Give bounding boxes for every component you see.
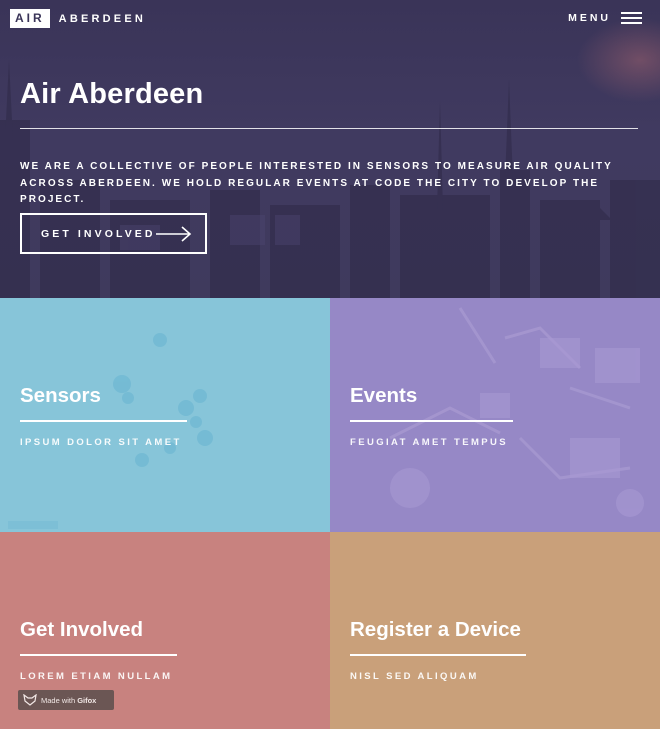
top-navigation-bar: AIR ABERDEEN MENU [0,0,660,36]
fox-icon [23,694,37,706]
tile-title-get-involved: Get Involved [20,618,144,641]
page-title: Air Aberdeen [20,78,204,110]
site-logo[interactable]: AIR ABERDEEN [10,9,146,28]
cta-label: GET INVOLVED [41,227,156,240]
hero-description: We are a collective of people interested… [20,161,613,205]
tile-title-register-device: Register a Device [350,618,521,641]
tile-subtitle-sensors: IPSUM DOLOR SIT AMET [20,437,182,448]
tile-title-events: Events [350,384,418,407]
tile-subtitle-register-device: NISL SED ALIQUAM [350,671,479,682]
hero-banner: AIR ABERDEEN MENU Air Aberdeen We are a … [0,0,660,298]
event-photo-background [389,307,644,517]
tile-divider [350,654,526,656]
sensor-circuit-background [8,333,213,529]
hamburger-menu-icon [621,12,642,24]
tile-divider [350,420,513,422]
watermark-prefix: Made with [41,695,76,705]
logo-badge: AIR [10,9,50,28]
tile-subtitle-get-involved: LOREM ETIAM NULLAM [20,671,173,682]
logo-wordmark: ABERDEEN [58,12,147,25]
get-involved-button[interactable]: GET INVOLVED [20,213,207,254]
tile-register-device[interactable]: Register a Device NISL SED ALIQUAM [330,532,660,729]
tile-divider [20,420,187,422]
tile-events[interactable]: Events FEUGIAT AMET TEMPUS [330,298,660,532]
gifox-watermark: Made with Gifox [18,690,114,710]
arrow-right-icon [156,226,192,242]
tile-title-sensors: Sensors [20,384,101,407]
menu-button[interactable]: MENU [568,12,642,24]
tile-subtitle-events: FEUGIAT AMET TEMPUS [350,437,509,448]
tile-sensors[interactable]: Sensors IPSUM DOLOR SIT AMET [0,298,330,532]
watermark-brand: Gifox [77,695,97,705]
tile-divider [20,654,177,656]
menu-label: MENU [568,12,611,24]
title-divider [20,128,638,129]
